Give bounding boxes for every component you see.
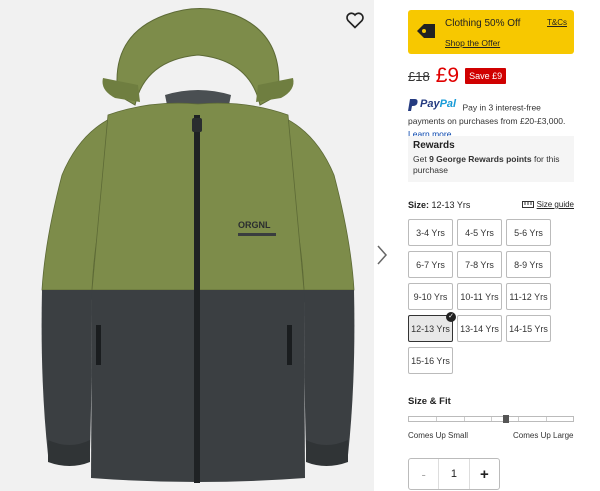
- was-price: £18: [408, 68, 430, 84]
- paypal-icon: [408, 98, 418, 111]
- product-image: ORGNL: [41, 8, 355, 483]
- size-option-button[interactable]: 6-7 Yrs: [408, 251, 453, 278]
- fit-scale-tick: [464, 417, 465, 421]
- size-option-button[interactable]: 4-5 Yrs: [457, 219, 502, 246]
- fit-low-label: Comes Up Small: [408, 431, 469, 440]
- size-fit-title: Size & Fit: [408, 396, 451, 407]
- size-option-button[interactable]: 10-11 Yrs: [457, 283, 502, 310]
- size-header: Size: 12-13 Yrs Size guide: [408, 200, 574, 210]
- size-option-button[interactable]: 7-8 Yrs: [457, 251, 502, 278]
- size-option-button[interactable]: 3-4 Yrs: [408, 219, 453, 246]
- size-fit-marker: [503, 415, 509, 423]
- next-image-chevron-icon[interactable]: [376, 244, 388, 266]
- quantity-increase-button[interactable]: +: [468, 459, 499, 489]
- size-option-button[interactable]: 11-12 Yrs: [506, 283, 551, 310]
- quantity-value[interactable]: 1: [439, 459, 468, 489]
- product-image-area: ORGNL: [0, 0, 374, 491]
- size-option-button[interactable]: 8-9 Yrs: [506, 251, 551, 278]
- ruler-icon: [521, 201, 534, 208]
- wishlist-heart-icon[interactable]: [344, 9, 366, 31]
- quantity-decrease-button[interactable]: -: [409, 459, 440, 489]
- size-label: Size:: [408, 200, 430, 210]
- size-guide-link[interactable]: Size guide: [521, 200, 574, 209]
- current-price: £9: [435, 64, 460, 87]
- fit-scale-tick: [491, 417, 492, 421]
- fit-high-label: Comes Up Large: [513, 431, 574, 440]
- paypal-info: Pay Pal Pay in 3 interest-free payments o…: [408, 98, 580, 141]
- quantity-stepper: - 1 +: [408, 458, 500, 490]
- size-option-button[interactable]: 12-13 Yrs ✓: [408, 312, 456, 342]
- promo-banner[interactable]: Clothing 50% Off T&Cs Shop the Offer: [408, 10, 574, 54]
- paypal-logo: Pay Pal: [408, 98, 456, 111]
- size-option-button[interactable]: 14-15 Yrs: [506, 315, 551, 342]
- size-option-button[interactable]: 13-14 Yrs: [457, 315, 502, 342]
- size-option-button[interactable]: 9-10 Yrs: [408, 283, 453, 310]
- promo-tcs-link[interactable]: T&Cs: [547, 18, 567, 27]
- product-info-panel: Clothing 50% Off T&Cs Shop the Offer £18…: [400, 0, 600, 491]
- rewards-box: Rewards Get 9 George Rewards points for …: [408, 136, 574, 182]
- size-fit-scale: [408, 415, 574, 423]
- selected-check-icon: ✓: [446, 312, 456, 322]
- shop-offer-link[interactable]: Shop the Offer: [445, 38, 500, 48]
- rewards-description: Get 9 George Rewards points for this pur…: [413, 154, 560, 175]
- fit-scale-tick: [436, 417, 437, 421]
- chest-print: ORGNL: [238, 220, 271, 230]
- price-row: £18 £9 Save £9: [408, 64, 507, 88]
- size-option-button[interactable]: 15-16 Yrs: [408, 347, 453, 374]
- rewards-title: Rewards: [413, 140, 455, 151]
- save-badge: Save £9: [465, 68, 507, 84]
- fit-scale-tick: [518, 417, 519, 421]
- fit-scale-tick: [546, 417, 547, 421]
- selected-size: 12-13 Yrs: [431, 200, 471, 210]
- size-option-button[interactable]: 5-6 Yrs: [506, 219, 551, 246]
- price-tag-icon: [417, 24, 435, 38]
- promo-title: Clothing 50% Off: [445, 18, 521, 29]
